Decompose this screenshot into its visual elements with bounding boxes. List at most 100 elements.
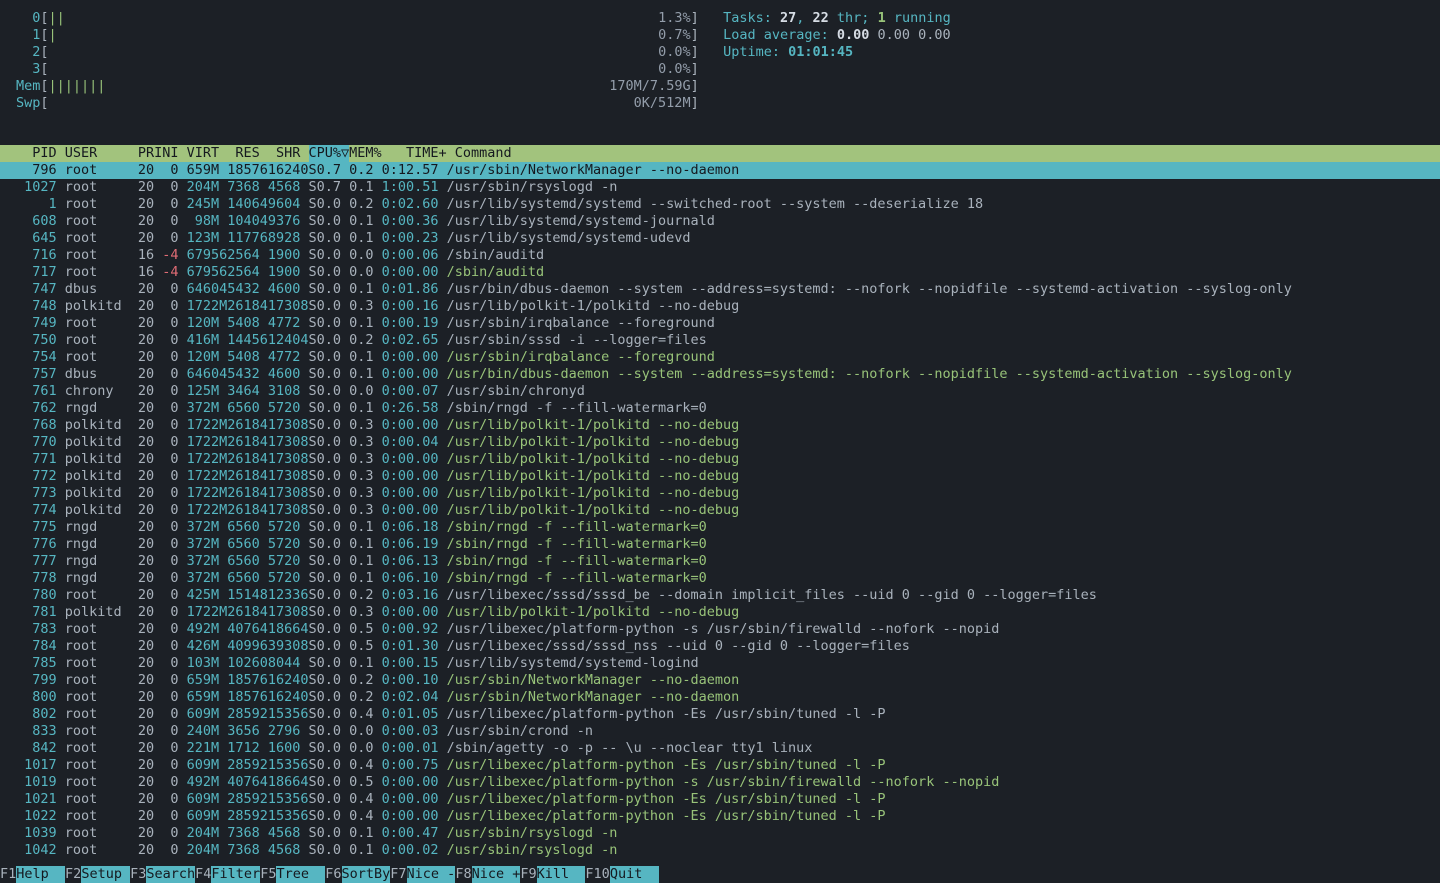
- process-row-717[interactable]: 717root16-46795625641900S0.00.00:00.00/s…: [0, 264, 1440, 281]
- fkey-f2-setup[interactable]: F2Setup: [65, 866, 130, 883]
- fkey-f5-tree[interactable]: F5Tree: [260, 866, 325, 883]
- fkey-label: Filter: [211, 866, 260, 883]
- cell-virt: 103M: [179, 655, 220, 672]
- fkey-label: Setup: [81, 866, 130, 883]
- process-row-771[interactable]: 771polkitd2001722M2618417308S0.00.30:00.…: [0, 451, 1440, 468]
- column-header-pri[interactable]: PRI: [130, 145, 154, 162]
- fkey-f6-sortby[interactable]: F6SortBy: [325, 866, 390, 883]
- cell-virt: 372M: [179, 553, 220, 570]
- process-row-799[interactable]: 799root200659M1857616240S0.00.20:00.10/u…: [0, 672, 1440, 689]
- fkey-f10-quit[interactable]: F10Quit: [585, 866, 658, 883]
- process-row-768[interactable]: 768polkitd2001722M2618417308S0.00.30:00.…: [0, 417, 1440, 434]
- column-header-s[interactable]: S: [300, 145, 308, 162]
- meter-label: 1: [16, 27, 40, 44]
- column-header-pid[interactable]: PID: [16, 145, 57, 162]
- column-header-mem[interactable]: MEM%: [349, 145, 382, 162]
- tasks-line-segment: 27: [780, 10, 796, 26]
- column-header-cpu[interactable]: CPU%▽: [309, 145, 350, 162]
- process-row-775[interactable]: 775rngd200372M65605720S0.00.10:06.18/sbi…: [0, 519, 1440, 536]
- column-header-shr[interactable]: SHR: [260, 145, 301, 162]
- cell-mem: 0.1: [341, 230, 374, 247]
- cell-time: 0:01.05: [374, 706, 439, 723]
- cell-pri: 20: [130, 162, 154, 179]
- process-row-800[interactable]: 800root200659M1857616240S0.00.20:02.04/u…: [0, 689, 1440, 706]
- process-row-608[interactable]: 608root20098M104049376S0.00.10:00.36/usr…: [0, 213, 1440, 230]
- column-header-user[interactable]: USER: [57, 145, 130, 162]
- cell-cpu: 0.0: [309, 468, 342, 485]
- column-header-ni[interactable]: NI: [154, 145, 178, 162]
- process-row-802[interactable]: 802root200609M2859215356S0.00.40:01.05/u…: [0, 706, 1440, 723]
- process-row-833[interactable]: 833root200240M36562796S0.00.00:00.03/usr…: [0, 723, 1440, 740]
- process-row-783[interactable]: 783root200492M4076418664S0.00.50:00.92/u…: [0, 621, 1440, 638]
- cell-user: root: [57, 723, 130, 740]
- fkey-f9-kill[interactable]: F9Kill: [520, 866, 585, 883]
- process-row-780[interactable]: 780root200425M1514812336S0.00.20:03.16/u…: [0, 587, 1440, 604]
- cell-time: 0:02.04: [374, 689, 439, 706]
- process-row-762[interactable]: 762rngd200372M65605720S0.00.10:26.58/sbi…: [0, 400, 1440, 417]
- process-row-1039[interactable]: 1039root200204M73684568S0.00.10:00.47/us…: [0, 825, 1440, 842]
- process-row-1017[interactable]: 1017root200609M2859215356S0.00.40:00.75/…: [0, 757, 1440, 774]
- cell-time: 0:00.36: [374, 213, 439, 230]
- meter-cpu1: 1[|0.7%]: [16, 27, 699, 44]
- cell-pri: 16: [130, 264, 154, 281]
- cell-mem: 0.3: [341, 485, 374, 502]
- process-row-772[interactable]: 772polkitd2001722M2618417308S0.00.30:00.…: [0, 468, 1440, 485]
- column-header-virt[interactable]: VIRT: [179, 145, 220, 162]
- fkey-f1-help[interactable]: F1Help: [0, 866, 65, 883]
- fkey-f4-filter[interactable]: F4Filter: [195, 866, 260, 883]
- cell-virt: 609M: [179, 791, 220, 808]
- cell-cpu: 0.0: [309, 451, 342, 468]
- process-row-842[interactable]: 842root200221M17121600S0.00.00:00.01/sbi…: [0, 740, 1440, 757]
- cell-pri: 20: [130, 298, 154, 315]
- fkey-f7-nice-[interactable]: F7Nice -: [390, 866, 455, 883]
- process-row-1022[interactable]: 1022root200609M2859215356S0.00.40:00.00/…: [0, 808, 1440, 825]
- process-row-748[interactable]: 748polkitd2001722M2618417308S0.00.30:00.…: [0, 298, 1440, 315]
- process-row-716[interactable]: 716root16-46795625641900S0.00.00:00.06/s…: [0, 247, 1440, 264]
- process-row-781[interactable]: 781polkitd2001722M2618417308S0.00.30:00.…: [0, 604, 1440, 621]
- cell-virt: 67956: [179, 264, 220, 281]
- process-row-776[interactable]: 776rngd200372M65605720S0.00.10:06.19/sbi…: [0, 536, 1440, 553]
- cell-pri: 20: [130, 553, 154, 570]
- cell-pri: 20: [130, 468, 154, 485]
- cell-time: 0:00.47: [374, 825, 439, 842]
- process-row-774[interactable]: 774polkitd2001722M2618417308S0.00.30:00.…: [0, 502, 1440, 519]
- cell-user: polkitd: [57, 502, 130, 519]
- column-header-res[interactable]: RES: [219, 145, 260, 162]
- process-row-777[interactable]: 777rngd200372M65605720S0.00.10:06.13/sbi…: [0, 553, 1440, 570]
- cell-res: 14064: [219, 196, 260, 213]
- process-row-761[interactable]: 761chrony200125M34643108S0.00.00:00.07/u…: [0, 383, 1440, 400]
- process-row-778[interactable]: 778rngd200372M65605720S0.00.10:06.10/sbi…: [0, 570, 1440, 587]
- process-row-645[interactable]: 645root200123M117768928S0.00.10:00.23/us…: [0, 230, 1440, 247]
- cell-res: 2564: [219, 247, 260, 264]
- process-row-785[interactable]: 785root200103M102608044S0.00.10:00.15/us…: [0, 655, 1440, 672]
- cell-pid: 781: [16, 604, 57, 621]
- cell-virt: 372M: [179, 519, 220, 536]
- cell-mem: 0.1: [341, 655, 374, 672]
- cell-cmd: /usr/libexec/platform-python -Es /usr/sb…: [439, 791, 1440, 808]
- process-row-754[interactable]: 754root200120M54084772S0.00.10:00.00/usr…: [0, 349, 1440, 366]
- column-header-cmd[interactable]: Command: [447, 145, 1440, 162]
- fkey-f8-nice-[interactable]: F8Nice +: [455, 866, 520, 883]
- process-row-796[interactable]: 796root200659M1857616240S0.70.20:12.57/u…: [0, 162, 1440, 179]
- process-row-747[interactable]: 747dbus2006460454324600S0.00.10:01.86/us…: [0, 281, 1440, 298]
- process-row-749[interactable]: 749root200120M54084772S0.00.10:00.19/usr…: [0, 315, 1440, 332]
- cell-ni: 0: [154, 417, 178, 434]
- column-header-time[interactable]: TIME+: [382, 145, 447, 162]
- cell-s: S: [300, 587, 308, 604]
- cell-virt: 1722M: [179, 604, 220, 621]
- process-row-750[interactable]: 750root200416M1445612404S0.00.20:02.65/u…: [0, 332, 1440, 349]
- process-row-1021[interactable]: 1021root200609M2859215356S0.00.40:00.00/…: [0, 791, 1440, 808]
- process-row-1[interactable]: 1root200245M140649604S0.00.20:02.60/usr/…: [0, 196, 1440, 213]
- fkey-f3-search[interactable]: F3Search: [130, 866, 195, 883]
- process-row-1019[interactable]: 1019root200492M4076418664S0.00.50:00.00/…: [0, 774, 1440, 791]
- process-row-770[interactable]: 770polkitd2001722M2618417308S0.00.30:00.…: [0, 434, 1440, 451]
- tasks-line-segment: Tasks:: [723, 10, 780, 26]
- process-row-1027[interactable]: 1027root200204M73684568S0.70.11:00.51/us…: [0, 179, 1440, 196]
- cell-res: 10404: [219, 213, 260, 230]
- process-row-1042[interactable]: 1042root200204M73684568S0.00.10:00.02/us…: [0, 842, 1440, 859]
- cell-pri: 20: [130, 349, 154, 366]
- process-row-784[interactable]: 784root200426M4099639308S0.00.50:01.30/u…: [0, 638, 1440, 655]
- process-row-757[interactable]: 757dbus2006460454324600S0.00.10:00.00/us…: [0, 366, 1440, 383]
- process-row-773[interactable]: 773polkitd2001722M2618417308S0.00.30:00.…: [0, 485, 1440, 502]
- cell-user: root: [57, 791, 130, 808]
